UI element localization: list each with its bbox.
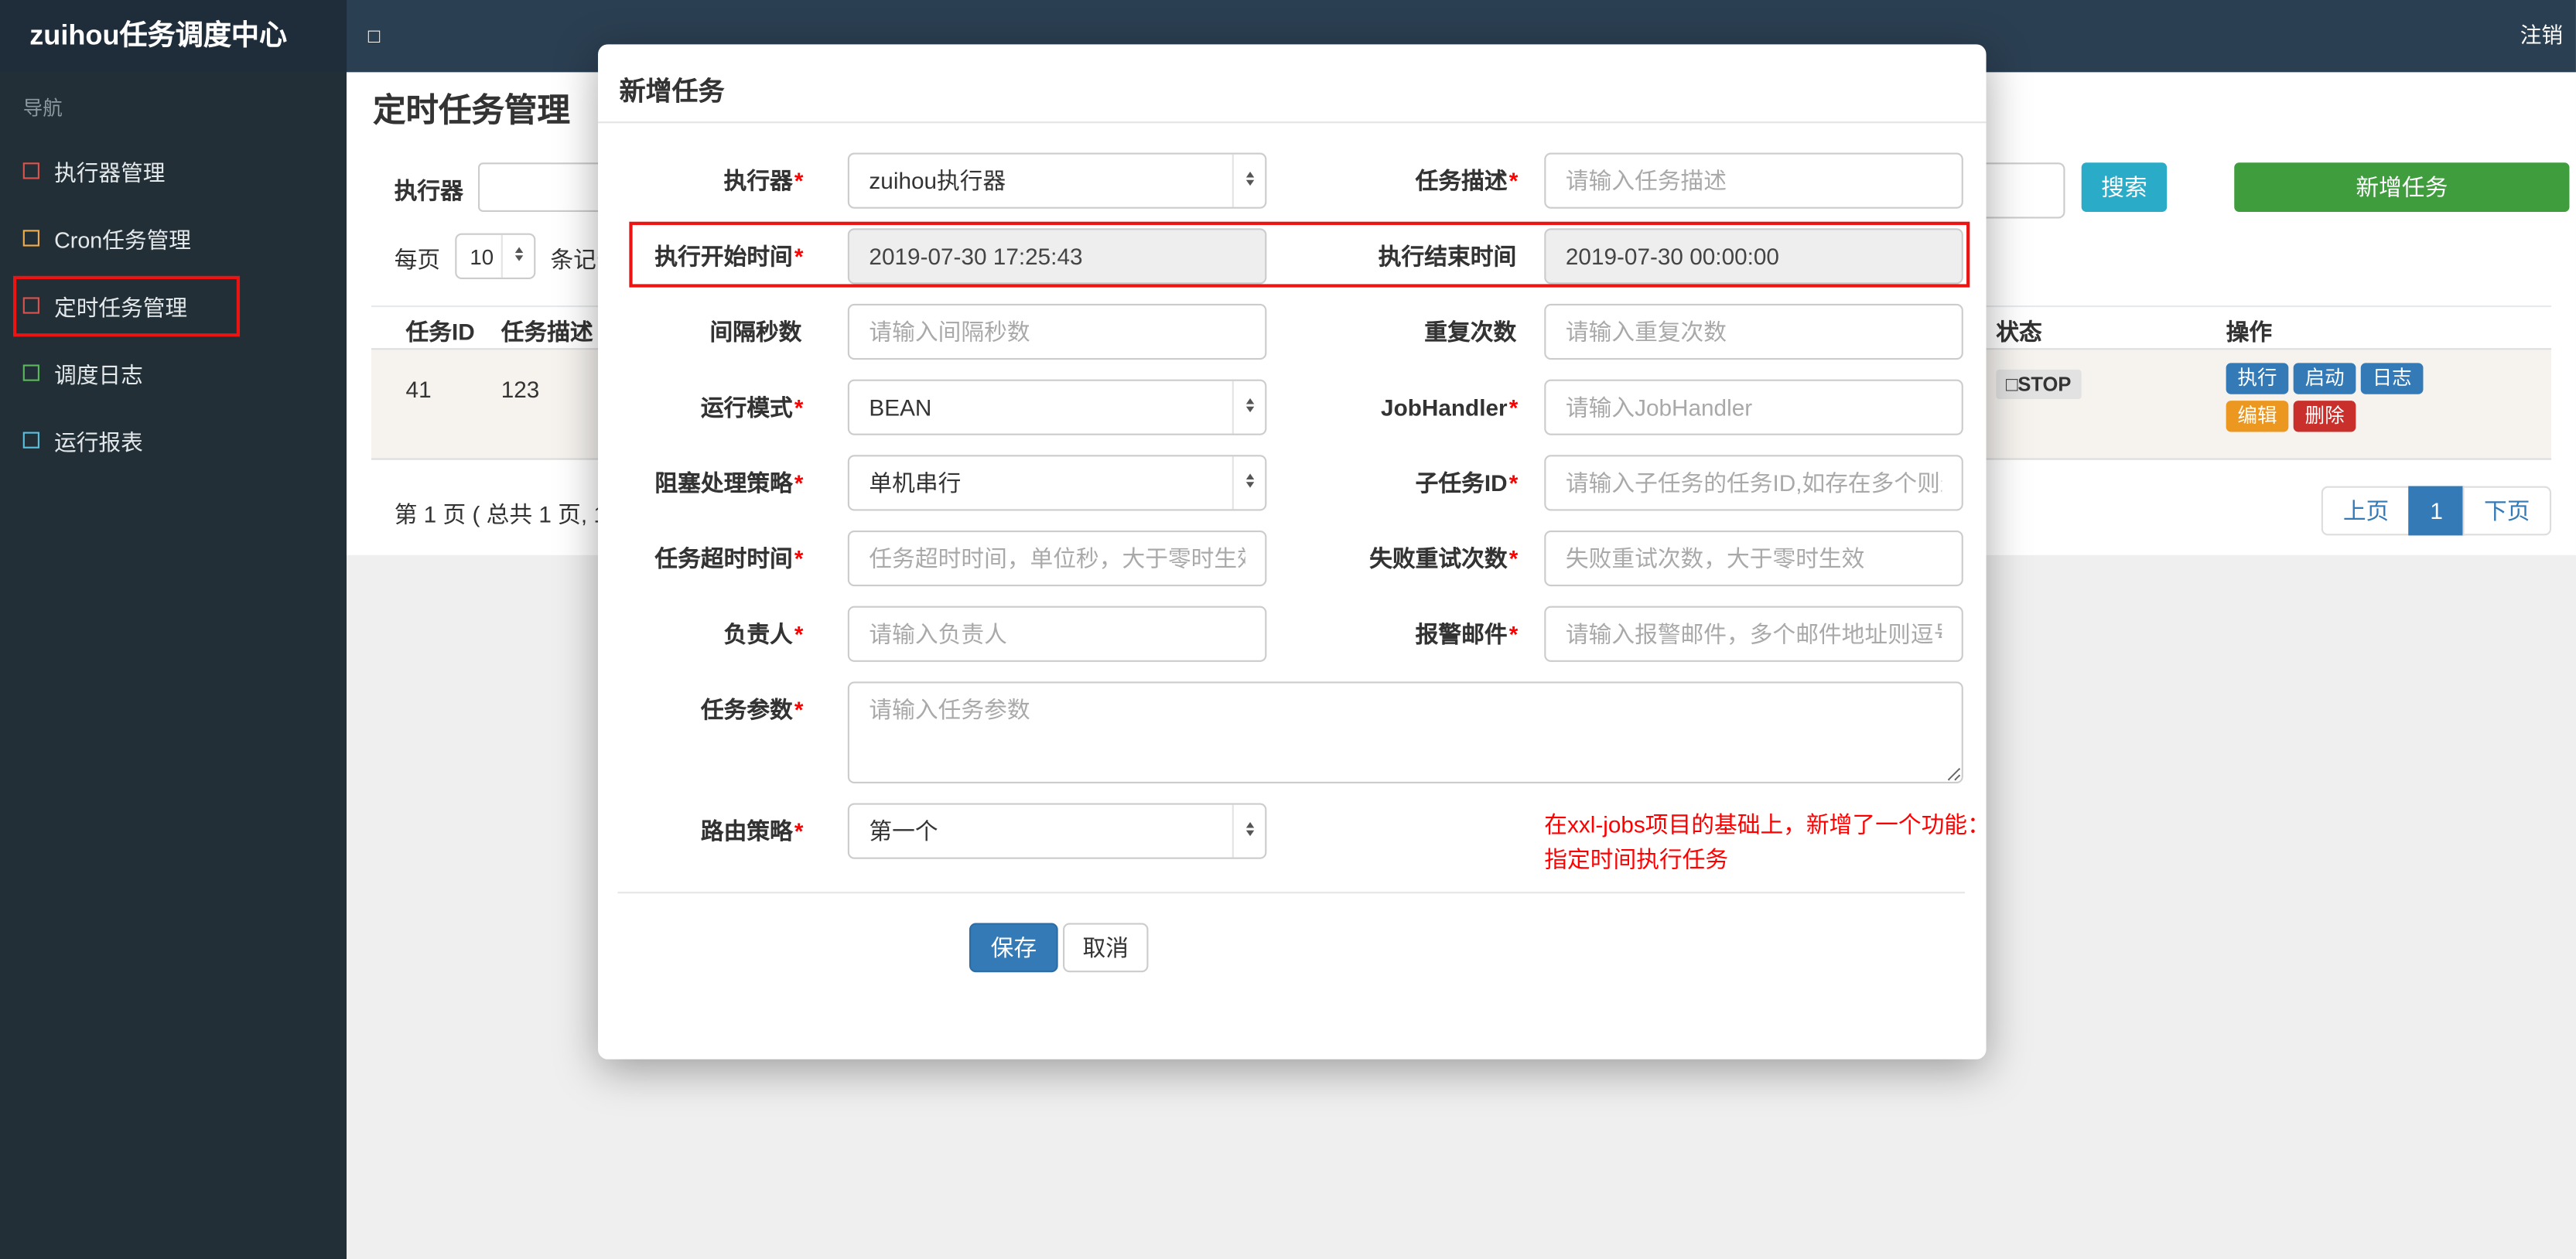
- repeat-count-input[interactable]: [1544, 303, 1963, 360]
- executor-filter-label: 执行器: [394, 177, 463, 204]
- alarm-email-input[interactable]: [1544, 606, 1963, 662]
- square-icon: [22, 431, 39, 448]
- alarm-email-label: 报警邮件 *: [1415, 620, 1519, 647]
- action-execute-button[interactable]: 执行: [2226, 363, 2289, 394]
- end-time-label: 执行结束时间: [1378, 243, 1517, 270]
- add-task-button[interactable]: 新增任务: [2234, 162, 2570, 212]
- square-icon: [22, 296, 39, 313]
- modal-header: 新增任务: [598, 44, 1987, 124]
- retry-count-input[interactable]: [1544, 530, 1963, 587]
- jobhandler-input[interactable]: [1544, 379, 1963, 435]
- modal-title: 新增任务: [619, 78, 725, 107]
- executor-label: 执行器 *: [723, 167, 804, 194]
- prev-page-button[interactable]: 上页: [2321, 486, 2410, 536]
- timeout-label: 任务超时时间 *: [654, 545, 804, 572]
- col-task-id: 任务ID: [405, 318, 475, 345]
- sidebar-item-dispatch-log[interactable]: 调度日志: [0, 338, 347, 405]
- sidebar: 导航 执行器管理 Cron任务管理 定时任务管理 调度日志 运行报表: [0, 72, 347, 1259]
- status-badge: □STOP: [1996, 369, 2082, 400]
- form-row-executor: 执行器 * zuihou执行器 ▲ ▼ 任务描述 *: [598, 152, 1987, 209]
- logout-link[interactable]: 注销: [2520, 0, 2563, 72]
- select-arrows-icon: ▲ ▼: [1232, 804, 1265, 858]
- job-params-textarea[interactable]: [847, 681, 1963, 784]
- form-row-timeout: 任务超时时间* 失败重试次数*: [598, 530, 1987, 587]
- col-action: 操作: [2226, 318, 2273, 345]
- form-row-block-strategy: 阻塞处理策略 * 单机串行 ▲ ▼ 子任务ID *: [598, 455, 1987, 511]
- perpage-value: 10: [470, 244, 494, 269]
- app-brand: zuihou任务调度中心: [0, 0, 347, 73]
- row-actions: 执行 启动 日志 编辑 删除: [2226, 363, 2440, 438]
- job-desc-label: 任务描述 *: [1415, 167, 1519, 194]
- modal-divider: [617, 892, 1965, 894]
- page-title: 定时任务管理: [373, 94, 570, 130]
- interval-label: 间隔秒数: [709, 318, 802, 345]
- sidebar-item-label: 定时任务管理: [54, 295, 188, 320]
- sidebar-toggle-icon[interactable]: □: [368, 0, 380, 72]
- action-log-button[interactable]: 日志: [2360, 363, 2424, 394]
- child-job-id-label: 子任务ID *: [1415, 469, 1519, 496]
- repeat-count-label: 重复次数: [1424, 318, 1517, 345]
- block-strategy-label: 阻塞处理策略 *: [654, 469, 804, 496]
- form-row-owner: 负责人* 报警邮件*: [598, 606, 1987, 662]
- square-icon: [22, 363, 39, 380]
- start-time-label: 执行开始时间 *: [654, 243, 804, 270]
- col-task-desc: 任务描述: [501, 318, 593, 345]
- sidebar-item-label: 调度日志: [54, 362, 143, 387]
- perpage-label: 每页: [394, 246, 441, 273]
- action-start-button[interactable]: 启动: [2293, 363, 2356, 394]
- cell-task-id: 41: [405, 376, 432, 403]
- action-edit-button[interactable]: 编辑: [2226, 401, 2289, 432]
- route-strategy-select[interactable]: 第一个 ▲ ▼: [847, 803, 1267, 859]
- form-row-interval: 间隔秒数 重复次数: [598, 303, 1987, 360]
- square-icon: [22, 162, 39, 179]
- next-page-button[interactable]: 下页: [2462, 486, 2552, 536]
- sidebar-item-label: 执行器管理: [54, 160, 166, 185]
- job-params-label: 任务参数 *: [700, 696, 804, 723]
- col-status: 状态: [1996, 318, 2042, 345]
- cancel-button[interactable]: 取消: [1063, 923, 1149, 973]
- pagination: 上页 1 下页: [2321, 486, 2552, 536]
- search-button[interactable]: 搜索: [2081, 162, 2168, 212]
- run-mode-label: 运行模式 *: [700, 394, 804, 421]
- sidebar-item-label: 运行报表: [54, 429, 143, 455]
- sidebar-item-cron-task-management[interactable]: Cron任务管理: [0, 203, 347, 271]
- save-button[interactable]: 保存: [969, 923, 1058, 973]
- square-icon: [22, 229, 39, 246]
- cell-task-desc: 123: [501, 376, 540, 403]
- route-strategy-label: 路由策略 *: [700, 817, 804, 844]
- sidebar-item-label: Cron任务管理: [54, 227, 191, 252]
- end-time-input[interactable]: [1544, 228, 1963, 285]
- job-desc-input[interactable]: [1544, 152, 1963, 209]
- current-page-button[interactable]: 1: [2408, 486, 2465, 536]
- feature-note: 在xxl-jobs项目的基础上，新增了一个功能： 指定时间执行任务: [1544, 811, 1990, 872]
- jobhandler-label: JobHandler *: [1381, 394, 1519, 421]
- select-arrows-icon: ▲ ▼: [501, 234, 534, 278]
- retry-count-label: 失败重试次数 *: [1369, 545, 1519, 572]
- child-job-id-input[interactable]: [1544, 455, 1963, 511]
- sidebar-item-executor-management[interactable]: 执行器管理: [0, 136, 347, 203]
- sidebar-item-run-report[interactable]: 运行报表: [0, 406, 347, 473]
- add-task-modal: 新增任务 执行器* zuihou执行器 ▲▼ 任务描述* 执行开始时间* 执行结…: [598, 44, 1990, 1059]
- sidebar-item-scheduled-task-management[interactable]: 定时任务管理: [0, 271, 347, 338]
- perpage-select[interactable]: 10 ▲ ▼: [455, 233, 536, 280]
- app-root: zuihou任务调度中心 □ 注销 导航 执行器管理 Cron任务管理 定时任务…: [0, 0, 2576, 1259]
- action-delete-button[interactable]: 删除: [2293, 401, 2356, 432]
- form-row-time: 执行开始时间* 执行结束时间: [598, 228, 1987, 285]
- sidebar-section-label: 导航: [22, 97, 63, 121]
- form-row-runmode: 运行模式 * BEAN ▲ ▼ JobHandler *: [598, 379, 1987, 435]
- owner-label: 负责人 *: [723, 620, 804, 647]
